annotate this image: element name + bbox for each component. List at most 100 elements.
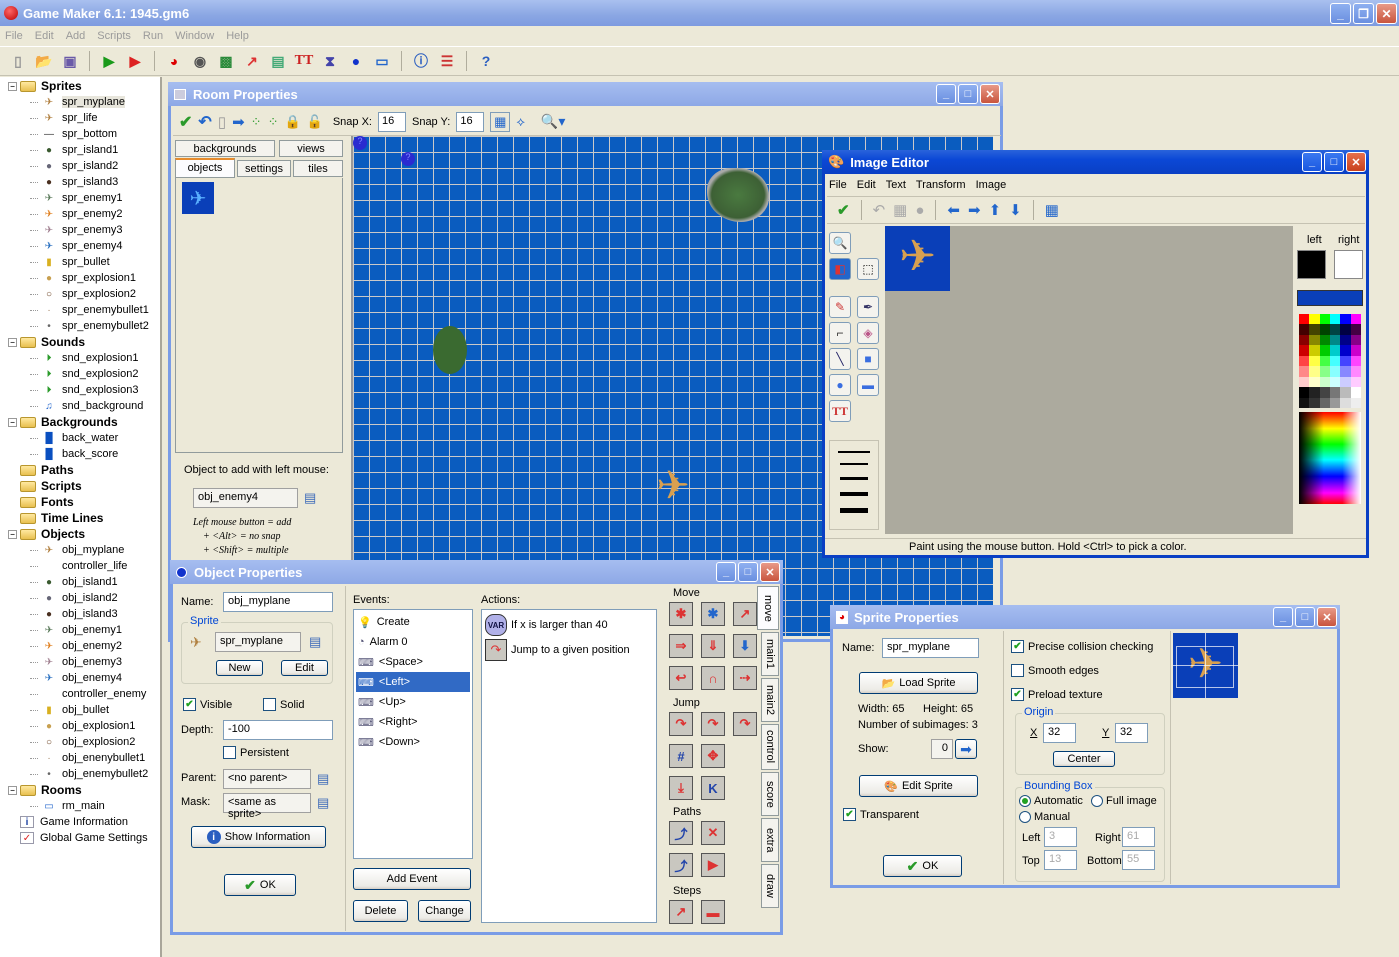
- step-avoiding-icon[interactable]: ▬: [701, 900, 725, 924]
- add-font-icon[interactable]: TT: [294, 51, 314, 71]
- gravity-icon[interactable]: ⬇: [733, 634, 757, 658]
- object-name-input[interactable]: obj_myplane: [223, 592, 333, 612]
- action-item[interactable]: ↷ Jump to a given position: [485, 637, 653, 663]
- align-grid-icon[interactable]: #: [669, 744, 693, 768]
- library-tab-score[interactable]: score: [761, 772, 779, 816]
- next-subimage-button[interactable]: ➡: [955, 739, 977, 759]
- ie-menu-transform[interactable]: Transform: [916, 179, 966, 191]
- speed-vertical-icon[interactable]: ⇓: [701, 634, 725, 658]
- palette-color-swatch[interactable]: [1309, 345, 1320, 356]
- sprite-select-field[interactable]: spr_myplane: [215, 632, 301, 652]
- minimize-button[interactable]: _: [716, 562, 736, 582]
- depth-input[interactable]: -100: [223, 720, 333, 740]
- ie-menu-edit[interactable]: Edit: [857, 179, 876, 191]
- palette-color-swatch[interactable]: [1329, 355, 1341, 367]
- tab-views[interactable]: views: [279, 140, 343, 157]
- close-button[interactable]: ✕: [980, 84, 1000, 104]
- ie-menu-text[interactable]: Text: [886, 179, 906, 191]
- palette-color-swatch[interactable]: [1350, 387, 1361, 398]
- library-tab-main2[interactable]: main2: [761, 678, 779, 722]
- tree-item[interactable]: ● spr_island3: [8, 174, 160, 190]
- tree-folder-objects[interactable]: − Objects: [8, 526, 160, 542]
- palette-color-swatch[interactable]: [1299, 387, 1310, 398]
- menu-edit[interactable]: Edit: [35, 30, 54, 42]
- sort-y-icon[interactable]: ⁘: [268, 114, 279, 130]
- end-path-icon[interactable]: ✕: [701, 821, 725, 845]
- minimize-button[interactable]: _: [1302, 152, 1322, 172]
- bbox-full-image-radio[interactable]: Full image: [1091, 795, 1157, 807]
- unlock-icon[interactable]: 🔓: [307, 114, 323, 130]
- tree-item[interactable]: ⏵ snd_explosion3: [8, 382, 160, 398]
- minimize-button[interactable]: _: [1273, 607, 1293, 627]
- palette-color-swatch[interactable]: [1350, 376, 1361, 388]
- add-room-icon[interactable]: ▭: [372, 51, 392, 71]
- line-width-selector[interactable]: [829, 440, 879, 530]
- add-background-icon[interactable]: ▩: [216, 51, 236, 71]
- tree-item[interactable]: █ back_score: [8, 446, 160, 462]
- reverse-vertical-icon[interactable]: ∩: [701, 666, 725, 690]
- object-to-add-field[interactable]: obj_enemy4: [193, 488, 298, 508]
- palette-color-swatch[interactable]: [1299, 397, 1310, 408]
- tree-item[interactable]: █ back_water: [8, 430, 160, 446]
- palette-color-swatch[interactable]: [1329, 376, 1341, 388]
- library-tab-draw[interactable]: draw: [761, 864, 779, 908]
- undo-icon[interactable]: ↶: [873, 201, 886, 219]
- sprite-ok-button[interactable]: ✔ OK: [883, 855, 962, 877]
- isometric-grid-icon[interactable]: ⟡: [516, 114, 525, 130]
- tree-item[interactable]: ▭ rm_main: [8, 798, 160, 814]
- bbox-top-input[interactable]: 13: [1044, 850, 1077, 870]
- speed-horizontal-icon[interactable]: ⇒: [669, 634, 693, 658]
- maximize-button[interactable]: □: [958, 84, 978, 104]
- tree-item[interactable]: ✈ spr_enemy3: [8, 222, 160, 238]
- palette-color-swatch[interactable]: [1299, 366, 1310, 377]
- text-tool-icon[interactable]: TT: [829, 400, 851, 422]
- tree-global-settings[interactable]: ✓ Global Game Settings: [8, 830, 160, 846]
- tree-item[interactable]: ● obj_explosion1: [8, 718, 160, 734]
- add-sound-icon[interactable]: ◉: [190, 51, 210, 71]
- add-timeline-icon[interactable]: ⧗: [320, 51, 340, 71]
- spray-tool-icon[interactable]: ✒: [857, 296, 879, 318]
- palette-color-swatch[interactable]: [1299, 324, 1310, 335]
- restore-button[interactable]: ❐: [1353, 3, 1374, 24]
- save-icon[interactable]: ▣: [60, 51, 80, 71]
- jump-position-icon[interactable]: ↷: [669, 712, 693, 736]
- color-spectrum[interactable]: [1299, 412, 1361, 504]
- library-tab-move[interactable]: move: [757, 586, 779, 630]
- palette-color-swatch[interactable]: [1340, 397, 1351, 408]
- right-color-swatch[interactable]: [1334, 250, 1363, 279]
- load-sprite-button[interactable]: 📂 Load Sprite: [859, 672, 978, 694]
- tree-folder-sounds[interactable]: − Sounds: [8, 334, 160, 350]
- persistent-checkbox[interactable]: Persistent: [223, 746, 289, 759]
- transparent-checkbox[interactable]: ✔ Transparent: [843, 808, 919, 821]
- undo-icon[interactable]: ↶: [198, 112, 211, 132]
- palette-color-swatch[interactable]: [1309, 397, 1320, 408]
- select-region-icon[interactable]: ◧: [829, 258, 851, 280]
- library-tab-extra[interactable]: extra: [761, 818, 779, 862]
- tree-item[interactable]: ● obj_island1: [8, 574, 160, 590]
- view-marker-icon[interactable]: ?: [401, 152, 415, 166]
- tree-item[interactable]: ✈ spr_enemy2: [8, 206, 160, 222]
- close-button[interactable]: ✕: [1376, 3, 1397, 24]
- path-speed-icon[interactable]: ▶: [701, 853, 725, 877]
- palette-color-swatch[interactable]: [1319, 397, 1330, 408]
- jump-random-icon[interactable]: ↷: [733, 712, 757, 736]
- ie-menu-file[interactable]: File: [829, 179, 847, 191]
- tree-item[interactable]: ✈ spr_myplane: [8, 94, 160, 110]
- tree-item[interactable]: · obj_enenybullet1: [8, 750, 160, 766]
- palette-color-swatch[interactable]: [1309, 314, 1320, 325]
- tree-item[interactable]: • obj_enemybullet2: [8, 766, 160, 782]
- island-instance[interactable]: [707, 168, 769, 222]
- event-item[interactable]: 💡 Create: [356, 612, 470, 632]
- color-picker-icon[interactable]: ⌐: [829, 322, 851, 344]
- player-plane-instance[interactable]: ✈: [643, 466, 703, 510]
- tree-item[interactable]: ♫ snd_background: [8, 398, 160, 414]
- palette-color-swatch[interactable]: [1340, 314, 1351, 325]
- tree-item[interactable]: ✈ spr_enemy1: [8, 190, 160, 206]
- palette-color-swatch[interactable]: [1329, 397, 1341, 408]
- move-contact-icon[interactable]: ⤓: [669, 776, 693, 800]
- delete-event-button[interactable]: Delete: [353, 900, 408, 922]
- tree-item[interactable]: ● spr_explosion1: [8, 270, 160, 286]
- color-palette-grid[interactable]: [1299, 314, 1361, 408]
- palette-color-swatch[interactable]: [1340, 387, 1351, 398]
- tree-folder-scripts[interactable]: Scripts: [8, 478, 160, 494]
